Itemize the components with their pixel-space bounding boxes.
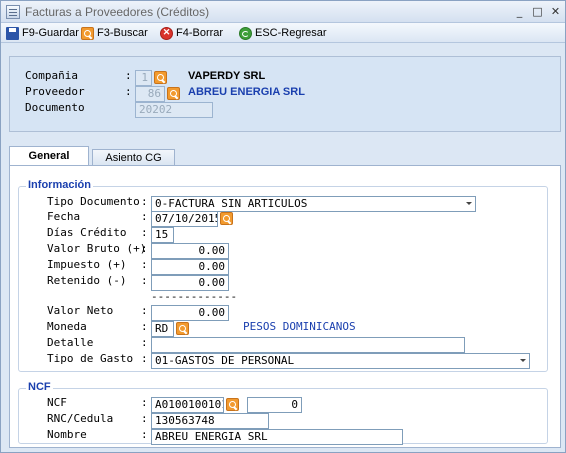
search-icon bbox=[81, 26, 94, 40]
currency-name: PESOS DOMINICANOS bbox=[243, 320, 356, 333]
search-label: F3-Buscar bbox=[97, 27, 148, 39]
colon: : bbox=[125, 85, 132, 98]
chevron-down-icon bbox=[466, 202, 472, 205]
supplier-code-field[interactable]: 86 bbox=[135, 86, 165, 102]
close-button[interactable]: ✕ bbox=[547, 4, 564, 19]
colon: : bbox=[141, 428, 148, 441]
colon: : bbox=[141, 226, 148, 239]
colon: : bbox=[141, 412, 148, 425]
detail-label: Detalle bbox=[47, 336, 94, 349]
detail-field[interactable] bbox=[151, 337, 465, 353]
colon: : bbox=[125, 69, 132, 82]
colon: : bbox=[141, 304, 148, 317]
delete-button[interactable]: F4-Borrar bbox=[160, 25, 223, 41]
search-button[interactable]: F3-Buscar bbox=[81, 25, 148, 41]
tax-label: Impuesto (+) bbox=[47, 258, 127, 271]
app-icon bbox=[6, 5, 20, 19]
company-label: Compañia bbox=[25, 69, 78, 82]
delete-label: F4-Borrar bbox=[176, 27, 224, 39]
header-panel: Compañia : 1 VAPERDY SRL Proveedor : 86 … bbox=[9, 56, 561, 132]
expense-type-select[interactable]: 01-GASTOS DE PERSONAL bbox=[151, 353, 530, 369]
ncf-label: NCF bbox=[47, 396, 67, 409]
colon: : bbox=[141, 258, 148, 271]
delete-icon bbox=[160, 26, 173, 40]
title-bar: Facturas a Proveedores (Créditos) _ □ ✕ bbox=[1, 1, 565, 23]
date-field[interactable]: 07/10/2015 bbox=[151, 211, 218, 227]
minimize-button[interactable]: _ bbox=[511, 4, 528, 19]
back-icon bbox=[239, 26, 252, 40]
colon: : bbox=[141, 336, 148, 349]
supplier-label: Proveedor bbox=[25, 85, 85, 98]
currency-label: Moneda bbox=[47, 320, 87, 333]
window-title: Facturas a Proveedores (Créditos) bbox=[25, 5, 210, 19]
ncf-search-icon[interactable] bbox=[226, 398, 239, 411]
colon: : bbox=[141, 396, 148, 409]
ncf-sequence-field[interactable]: 0 bbox=[247, 397, 302, 413]
document-field[interactable]: 20202 bbox=[135, 102, 213, 118]
document-label: Documento bbox=[25, 101, 85, 114]
gross-value-label: Valor Bruto (+) bbox=[47, 242, 147, 255]
expense-type-label: Tipo de Gasto bbox=[47, 352, 134, 365]
credit-days-field[interactable]: 15 bbox=[151, 227, 174, 243]
company-code-field[interactable]: 1 bbox=[135, 70, 152, 86]
credit-days-label: Días Crédito bbox=[47, 226, 127, 239]
name-label: Nombre bbox=[47, 428, 87, 441]
save-label: F9-Guardar bbox=[22, 27, 79, 39]
maximize-button[interactable]: □ bbox=[529, 4, 546, 19]
company-search-icon[interactable] bbox=[154, 71, 167, 84]
gross-value-field[interactable]: 0.00 bbox=[151, 243, 229, 259]
rnc-label: RNC/Cedula bbox=[47, 412, 114, 425]
net-value-field[interactable]: 0.00 bbox=[151, 305, 229, 321]
ncf-field[interactable]: A0100100101 bbox=[151, 397, 224, 413]
tab-general[interactable]: General bbox=[9, 146, 89, 166]
colon: : bbox=[141, 352, 148, 365]
doc-type-value: 0-FACTURA SIN ARTICULOS bbox=[155, 197, 308, 210]
colon: : bbox=[141, 274, 148, 287]
colon: : bbox=[141, 195, 148, 208]
colon: : bbox=[141, 210, 148, 223]
back-label: ESC-Regresar bbox=[255, 27, 327, 39]
company-name: VAPERDY SRL bbox=[188, 70, 266, 82]
doc-type-select[interactable]: 0-FACTURA SIN ARTICULOS bbox=[151, 196, 476, 212]
net-value-label: Valor Neto bbox=[47, 304, 114, 317]
withheld-label: Retenido (-) bbox=[47, 274, 127, 287]
doc-type-label: Tipo Documento bbox=[47, 195, 140, 208]
expense-type-value: 01-GASTOS DE PERSONAL bbox=[155, 354, 295, 367]
tab-asiento-cg[interactable]: Asiento CG bbox=[92, 149, 175, 166]
total-separator: ------------- bbox=[151, 290, 238, 303]
withheld-field[interactable]: 0.00 bbox=[151, 275, 229, 291]
supplier-search-icon[interactable] bbox=[167, 87, 180, 100]
colon: : bbox=[141, 320, 148, 333]
currency-code-field[interactable]: RD bbox=[151, 321, 174, 337]
main-window: Facturas a Proveedores (Créditos) _ □ ✕ … bbox=[0, 0, 566, 453]
name-field[interactable]: ABREU ENERGIA SRL bbox=[151, 429, 403, 445]
save-icon bbox=[6, 26, 19, 40]
tax-field[interactable]: 0.00 bbox=[151, 259, 229, 275]
toolbar: F9-Guardar F3-Buscar F4-Borrar ESC-Regre… bbox=[1, 23, 565, 43]
chevron-down-icon bbox=[520, 359, 526, 362]
info-group-title: Información bbox=[26, 179, 93, 191]
ncf-group-title: NCF bbox=[26, 381, 53, 393]
colon: : bbox=[141, 242, 148, 255]
date-label: Fecha bbox=[47, 210, 81, 223]
tab-content-general: Información Tipo Documento : 0-FACTURA S… bbox=[9, 165, 561, 448]
supplier-name: ABREU ENERGIA SRL bbox=[188, 86, 305, 98]
back-button[interactable]: ESC-Regresar bbox=[239, 25, 327, 41]
save-button[interactable]: F9-Guardar bbox=[6, 25, 79, 41]
calendar-search-icon[interactable] bbox=[220, 212, 233, 225]
currency-search-icon[interactable] bbox=[176, 322, 189, 335]
rnc-field[interactable]: 130563748 bbox=[151, 413, 269, 429]
